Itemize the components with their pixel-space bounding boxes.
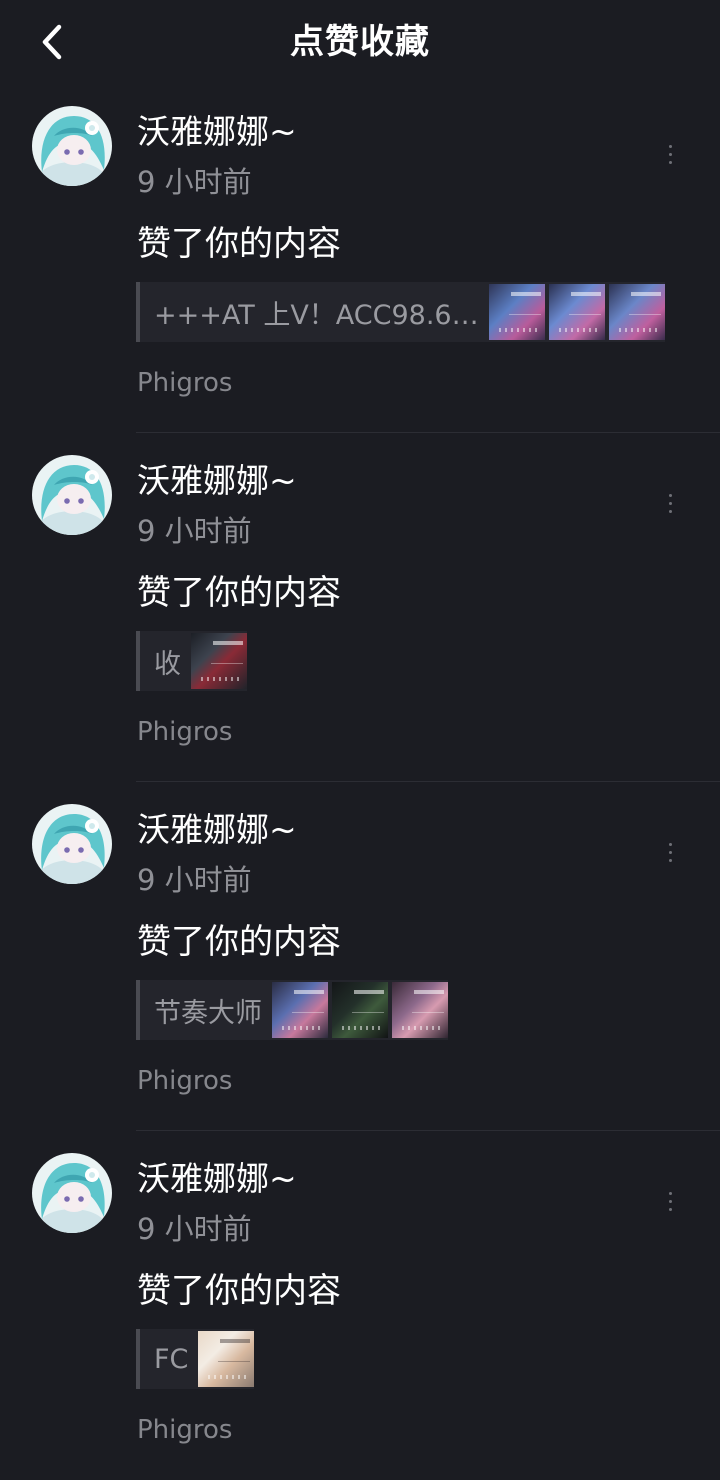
- action-text: 赞了你的内容: [137, 1271, 341, 1311]
- referenced-post-text: +++AT 上V！ACC98.6…: [154, 299, 479, 331]
- username[interactable]: 沃雅娜娜~: [137, 1157, 297, 1201]
- avatar[interactable]: [32, 106, 112, 186]
- referenced-post[interactable]: +++AT 上V！ACC98.6…: [136, 282, 665, 342]
- more-dot-icon: [668, 842, 672, 846]
- referenced-post[interactable]: 节奏大师: [136, 980, 448, 1040]
- referenced-post-text: 节奏大师: [154, 997, 262, 1029]
- username[interactable]: 沃雅娜娜~: [137, 459, 297, 503]
- more-dot-icon: [668, 858, 672, 862]
- more-options-button[interactable]: [656, 834, 684, 870]
- notification-item[interactable]: 沃雅娜娜~ 9 小时前 赞了你的内容 节奏大师 Phigros: [0, 782, 720, 1131]
- post-thumbnail: [392, 982, 448, 1038]
- post-thumbnail: [488, 284, 545, 340]
- thumbnail-strip: [191, 633, 247, 689]
- action-text: 赞了你的内容: [137, 922, 341, 962]
- post-thumbnail: [608, 284, 665, 340]
- thumbnail-strip: [488, 284, 665, 340]
- notification-item[interactable]: 沃雅娜娜~ 9 小时前 赞了你的内容 +++AT 上V！ACC98.6… Phi: [0, 84, 720, 433]
- source-label[interactable]: Phigros: [137, 715, 232, 749]
- timestamp: 9 小时前: [137, 514, 252, 548]
- referenced-post[interactable]: 收: [136, 631, 247, 691]
- source-label[interactable]: Phigros: [137, 1064, 232, 1098]
- page-title: 点赞收藏: [290, 22, 430, 62]
- more-dot-icon: [668, 493, 672, 497]
- timestamp: 9 小时前: [137, 863, 252, 897]
- action-text: 赞了你的内容: [137, 224, 341, 264]
- more-dot-icon: [668, 1199, 672, 1203]
- more-dot-icon: [668, 144, 672, 148]
- more-dot-icon: [668, 1191, 672, 1195]
- avatar[interactable]: [32, 804, 112, 884]
- referenced-post-text: FC: [154, 1343, 189, 1375]
- source-label[interactable]: Phigros: [137, 1413, 232, 1447]
- notification-item[interactable]: 沃雅娜娜~ 9 小时前 赞了你的内容 FC Phigros: [0, 1131, 720, 1480]
- timestamp: 9 小时前: [137, 1212, 252, 1246]
- source-label[interactable]: Phigros: [137, 366, 232, 400]
- referenced-post-text: 收: [154, 648, 181, 680]
- post-thumbnail: [198, 1331, 255, 1387]
- avatar[interactable]: [32, 1153, 112, 1233]
- thumbnail-strip: [198, 1331, 255, 1387]
- timestamp: 9 小时前: [137, 165, 252, 199]
- notification-list: 沃雅娜娜~ 9 小时前 赞了你的内容 +++AT 上V！ACC98.6… Phi: [0, 84, 720, 1480]
- more-options-button[interactable]: [656, 485, 684, 521]
- action-text: 赞了你的内容: [137, 573, 341, 613]
- post-thumbnail: [332, 982, 388, 1038]
- referenced-post[interactable]: FC: [136, 1329, 255, 1389]
- more-dot-icon: [668, 501, 672, 505]
- post-thumbnail: [272, 982, 328, 1038]
- more-dot-icon: [668, 160, 672, 164]
- post-thumbnail: [191, 633, 247, 689]
- username[interactable]: 沃雅娜娜~: [137, 808, 297, 852]
- thumbnail-strip: [272, 982, 448, 1038]
- notification-item[interactable]: 沃雅娜娜~ 9 小时前 赞了你的内容 收 Phigros: [0, 433, 720, 782]
- post-thumbnail: [548, 284, 605, 340]
- more-dot-icon: [668, 1207, 672, 1211]
- more-dot-icon: [668, 509, 672, 513]
- more-dot-icon: [668, 850, 672, 854]
- more-dot-icon: [668, 152, 672, 156]
- top-bar: 点赞收藏: [0, 0, 720, 84]
- avatar[interactable]: [32, 455, 112, 535]
- more-options-button[interactable]: [656, 1183, 684, 1219]
- username[interactable]: 沃雅娜娜~: [137, 110, 297, 154]
- more-options-button[interactable]: [656, 136, 684, 172]
